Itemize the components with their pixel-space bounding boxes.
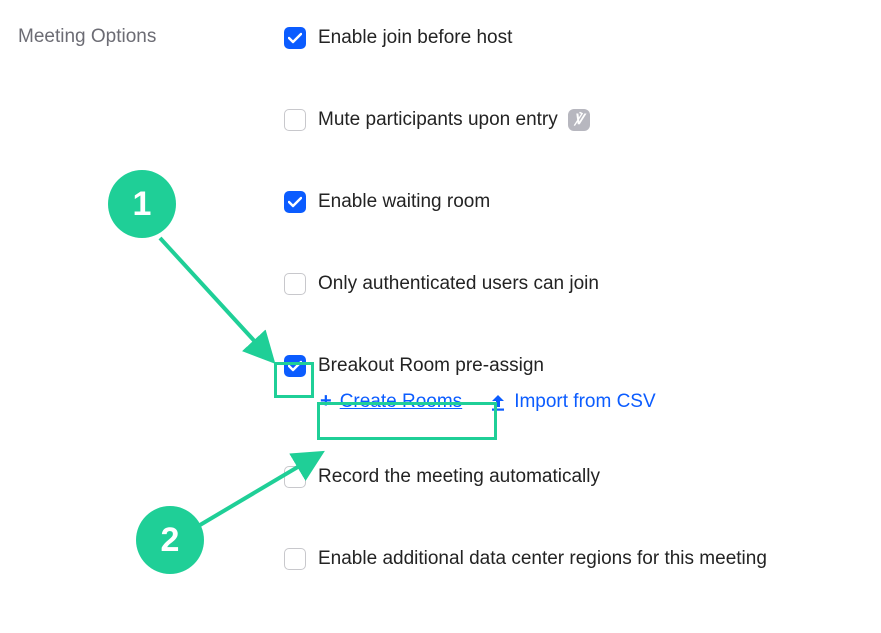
option-join-before-host: Enable join before host (284, 24, 863, 52)
checkbox-data-center-regions[interactable] (284, 548, 306, 570)
create-rooms-link[interactable]: + Create Rooms (320, 390, 462, 413)
option-label: Enable join before host (318, 26, 512, 51)
check-icon (288, 360, 302, 372)
section-label: Meeting Options (18, 26, 156, 47)
option-auto-record: Record the meeting automatically (284, 463, 863, 491)
info-icon[interactable]: ℣ (568, 109, 590, 131)
option-breakout-preassign: Breakout Room pre-assign (284, 352, 863, 380)
upload-icon (490, 393, 506, 411)
option-mute-on-entry: Mute participants upon entry ℣ (284, 106, 863, 134)
checkbox-waiting-room[interactable] (284, 191, 306, 213)
check-icon (288, 32, 302, 44)
option-label: Breakout Room pre-assign (318, 354, 544, 379)
checkbox-auto-record[interactable] (284, 466, 306, 488)
checkbox-mute-on-entry[interactable] (284, 109, 306, 131)
import-csv-link[interactable]: Import from CSV (490, 391, 655, 413)
option-label: Enable waiting room (318, 190, 490, 215)
option-label: Only authenticated users can join (318, 272, 599, 297)
import-csv-label: Import from CSV (514, 391, 655, 413)
option-auth-only: Only authenticated users can join (284, 270, 863, 298)
option-label: Enable additional data center regions fo… (318, 547, 767, 572)
checkbox-breakout-preassign[interactable] (284, 355, 306, 377)
plus-icon: + (320, 390, 332, 413)
option-waiting-room: Enable waiting room (284, 188, 863, 216)
checkbox-join-before-host[interactable] (284, 27, 306, 49)
option-label: Record the meeting automatically (318, 465, 600, 490)
create-rooms-label: Create Rooms (340, 391, 463, 413)
breakout-sub-actions: + Create Rooms Import from CSV (320, 390, 863, 413)
checkbox-auth-only[interactable] (284, 273, 306, 295)
check-icon (288, 196, 302, 208)
option-data-center-regions: Enable additional data center regions fo… (284, 545, 863, 573)
option-label: Mute participants upon entry (318, 108, 558, 133)
